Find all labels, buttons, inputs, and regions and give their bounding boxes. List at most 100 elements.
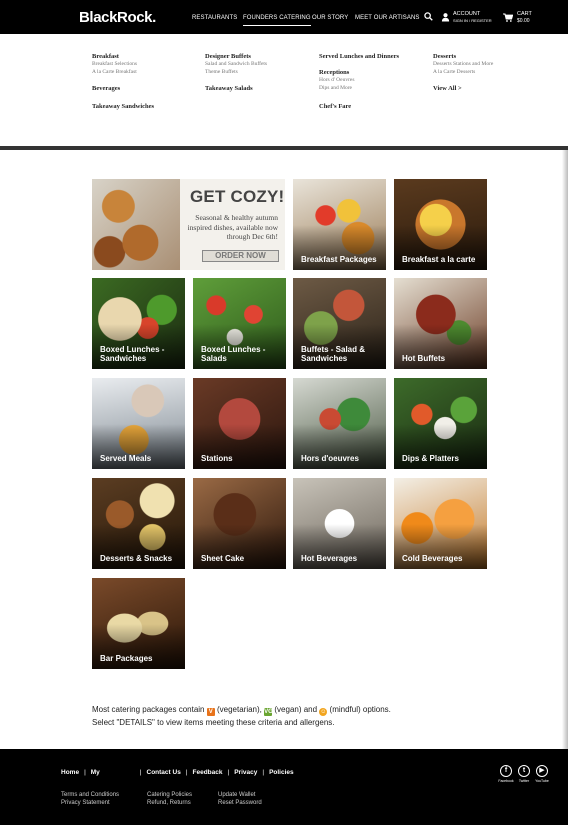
footer-separator: |: [227, 769, 230, 776]
footer-primary-links: Home | My | Contact Us | Feedback | Privacy | Poli…: [61, 769, 294, 776]
account-link[interactable]: ACCOUNT SIGN IN / REGISTER: [453, 11, 492, 23]
menu-column-3: Served Lunches and Dinners Receptions Ho…: [319, 53, 399, 110]
tile-served-meals[interactable]: Served Meals: [92, 378, 185, 469]
account-signin[interactable]: SIGN IN / REGISTER: [453, 18, 492, 23]
note-line-2: Select "DETAILS" to view items meeting t…: [92, 718, 335, 727]
menu-receptions[interactable]: Receptions: [319, 69, 399, 76]
tile-boxed-lunches-salads[interactable]: Boxed Lunches - Salads: [193, 278, 286, 369]
menu-takeaway-sandwiches[interactable]: Takeaway Sandwiches: [92, 103, 154, 110]
note-text-a: Most catering packages contain: [92, 705, 205, 714]
footer-contact[interactable]: Contact Us: [147, 769, 181, 776]
menu-column-1: Breakfast Breakfast Selections A la Cart…: [92, 53, 154, 110]
nav-our-story[interactable]: OUR STORY: [312, 15, 348, 21]
user-icon[interactable]: [441, 12, 450, 22]
tile-desserts-snacks[interactable]: Desserts & Snacks: [92, 478, 185, 569]
youtube-label: YouTube: [535, 779, 549, 783]
tile-buffets-salad-sandwiches[interactable]: Buffets - Salad & Sandwiches: [293, 278, 386, 369]
note-mindful: (mindful) options.: [329, 705, 391, 714]
tile-hors-doeuvres[interactable]: Hors d'oeuvres: [293, 378, 386, 469]
tile-hot-beverages[interactable]: Hot Beverages: [293, 478, 386, 569]
nav-founders-catering[interactable]: FOUNDERS CATERING: [243, 15, 311, 26]
tile-hot-buffets[interactable]: Hot Buffets: [394, 278, 487, 369]
footer-separator: |: [84, 769, 86, 776]
vegan-icon: VG: [264, 708, 273, 716]
footer-privacy-statement[interactable]: Privacy Statement: [61, 799, 119, 807]
footer-column-3: Update Wallet Reset Password: [218, 791, 262, 807]
tile-breakfast-a-la-carte[interactable]: Breakfast a la carte: [394, 179, 487, 270]
promo-banner[interactable]: GET COZY! Seasonal & healthy autumn insp…: [92, 179, 285, 270]
tile-dips-platters[interactable]: Dips & Platters: [394, 378, 487, 469]
menu-breakfast[interactable]: Breakfast: [92, 53, 154, 60]
tile-label: Stations: [201, 453, 233, 463]
menu-breakfast-selections[interactable]: Breakfast Selections: [92, 60, 154, 68]
tile-label: Boxed Lunches - Sandwiches: [100, 345, 165, 363]
mindful-icon: ☺: [319, 708, 328, 716]
footer-column-2: Catering Policies Refund, Returns: [147, 791, 192, 807]
footer-policies[interactable]: Policies: [269, 769, 294, 776]
tile-label: Hors d'oeuvres: [301, 453, 359, 463]
tile-label: Boxed Lunches - Salads: [201, 345, 266, 363]
youtube-icon[interactable]: ▶: [536, 765, 548, 777]
footer-feedback[interactable]: Feedback: [193, 769, 223, 776]
footer-separator: |: [262, 769, 265, 776]
tile-label: Buffets - Salad & Sandwiches: [301, 345, 366, 363]
footer-privacy[interactable]: Privacy: [234, 769, 257, 776]
menu-takeaway-salads[interactable]: Takeaway Salads: [205, 85, 267, 92]
tile-label: Served Meals: [100, 453, 152, 463]
tile-label: Hot Beverages: [301, 553, 358, 563]
site-header: BlackRock. RESTAURANTS FOUNDERS CATERING…: [0, 0, 568, 34]
menu-theme-buffets[interactable]: Theme Buffets: [205, 68, 267, 76]
footer-separator: |: [139, 769, 142, 776]
footer-catering-policies[interactable]: Catering Policies: [147, 791, 192, 799]
menu-hors-doeuvres[interactable]: Hors d' Oeuvres: [319, 76, 399, 84]
tile-sheet-cake[interactable]: Sheet Cake: [193, 478, 286, 569]
twitter-icon[interactable]: t: [518, 765, 530, 777]
tile-bar-packages[interactable]: Bar Packages: [92, 578, 185, 669]
tile-label: Bar Packages: [100, 653, 153, 663]
tile-stations[interactable]: Stations: [193, 378, 286, 469]
menu-chefs-fare[interactable]: Chef's Fare: [319, 103, 399, 110]
footer-update-wallet[interactable]: Update Wallet: [218, 791, 262, 799]
account-label: ACCOUNT: [453, 11, 481, 17]
footer-column-1: Terms and Conditions Privacy Statement: [61, 791, 119, 807]
tile-boxed-lunches-sandwiches[interactable]: Boxed Lunches - Sandwiches: [92, 278, 185, 369]
menu-served-lunches[interactable]: Served Lunches and Dinners: [319, 53, 399, 60]
footer-home[interactable]: Home: [61, 769, 79, 776]
menu-dips-and-more[interactable]: Dips and More: [319, 84, 399, 92]
menu-column-2: Designer Buffets Salad and Sandwich Buff…: [205, 53, 267, 92]
note-vegan: (vegan) and: [274, 705, 318, 714]
nav-restaurants[interactable]: RESTAURANTS: [192, 15, 237, 21]
promo-title: GET COZY!: [190, 187, 285, 206]
menu-a-la-carte-desserts[interactable]: A la Carte Desserts: [433, 68, 493, 76]
menu-beverages[interactable]: Beverages: [92, 85, 154, 92]
footer-reset-password[interactable]: Reset Password: [218, 799, 262, 807]
tile-label: Desserts & Snacks: [100, 553, 173, 563]
promo-pie-image: [92, 179, 180, 270]
cart-total: $0.00: [517, 17, 530, 24]
menu-desserts[interactable]: Desserts: [433, 53, 493, 60]
order-now-button[interactable]: ORDER NOW: [202, 250, 279, 262]
cart-link[interactable]: CART $0.00: [517, 11, 532, 24]
tile-label: Sheet Cake: [201, 553, 245, 563]
search-icon[interactable]: [424, 12, 433, 21]
footer-my[interactable]: My: [91, 769, 100, 776]
menu-a-la-carte-breakfast[interactable]: A la Carte Breakfast: [92, 68, 154, 76]
menu-dessert-stations[interactable]: Desserts Stations and More: [433, 60, 493, 68]
vegetarian-icon: V: [206, 708, 215, 716]
tile-cold-beverages[interactable]: Cold Beverages: [394, 478, 487, 569]
note-vegetarian: (vegetarian),: [216, 705, 262, 714]
promo-text: Seasonal & healthy autumn inspired dishe…: [187, 213, 278, 241]
nav-meet-our-artisans[interactable]: MEET OUR ARTISANS: [355, 15, 420, 21]
menu-view-all[interactable]: View All >: [433, 85, 493, 92]
twitter-label: Twitter: [518, 779, 530, 783]
cart-label: CART: [517, 11, 532, 17]
footer-refund-returns[interactable]: Refund, Returns: [147, 799, 192, 807]
cart-icon[interactable]: [503, 13, 513, 22]
facebook-icon[interactable]: f: [500, 765, 512, 777]
tile-label: Cold Beverages: [402, 553, 463, 563]
menu-bottom-border: [0, 146, 568, 150]
menu-salad-sandwich-buffets[interactable]: Salad and Sandwich Buffets: [205, 60, 267, 68]
tile-breakfast-packages[interactable]: Breakfast Packages: [293, 179, 386, 270]
menu-designer-buffets[interactable]: Designer Buffets: [205, 53, 267, 60]
footer-terms[interactable]: Terms and Conditions: [61, 791, 119, 799]
